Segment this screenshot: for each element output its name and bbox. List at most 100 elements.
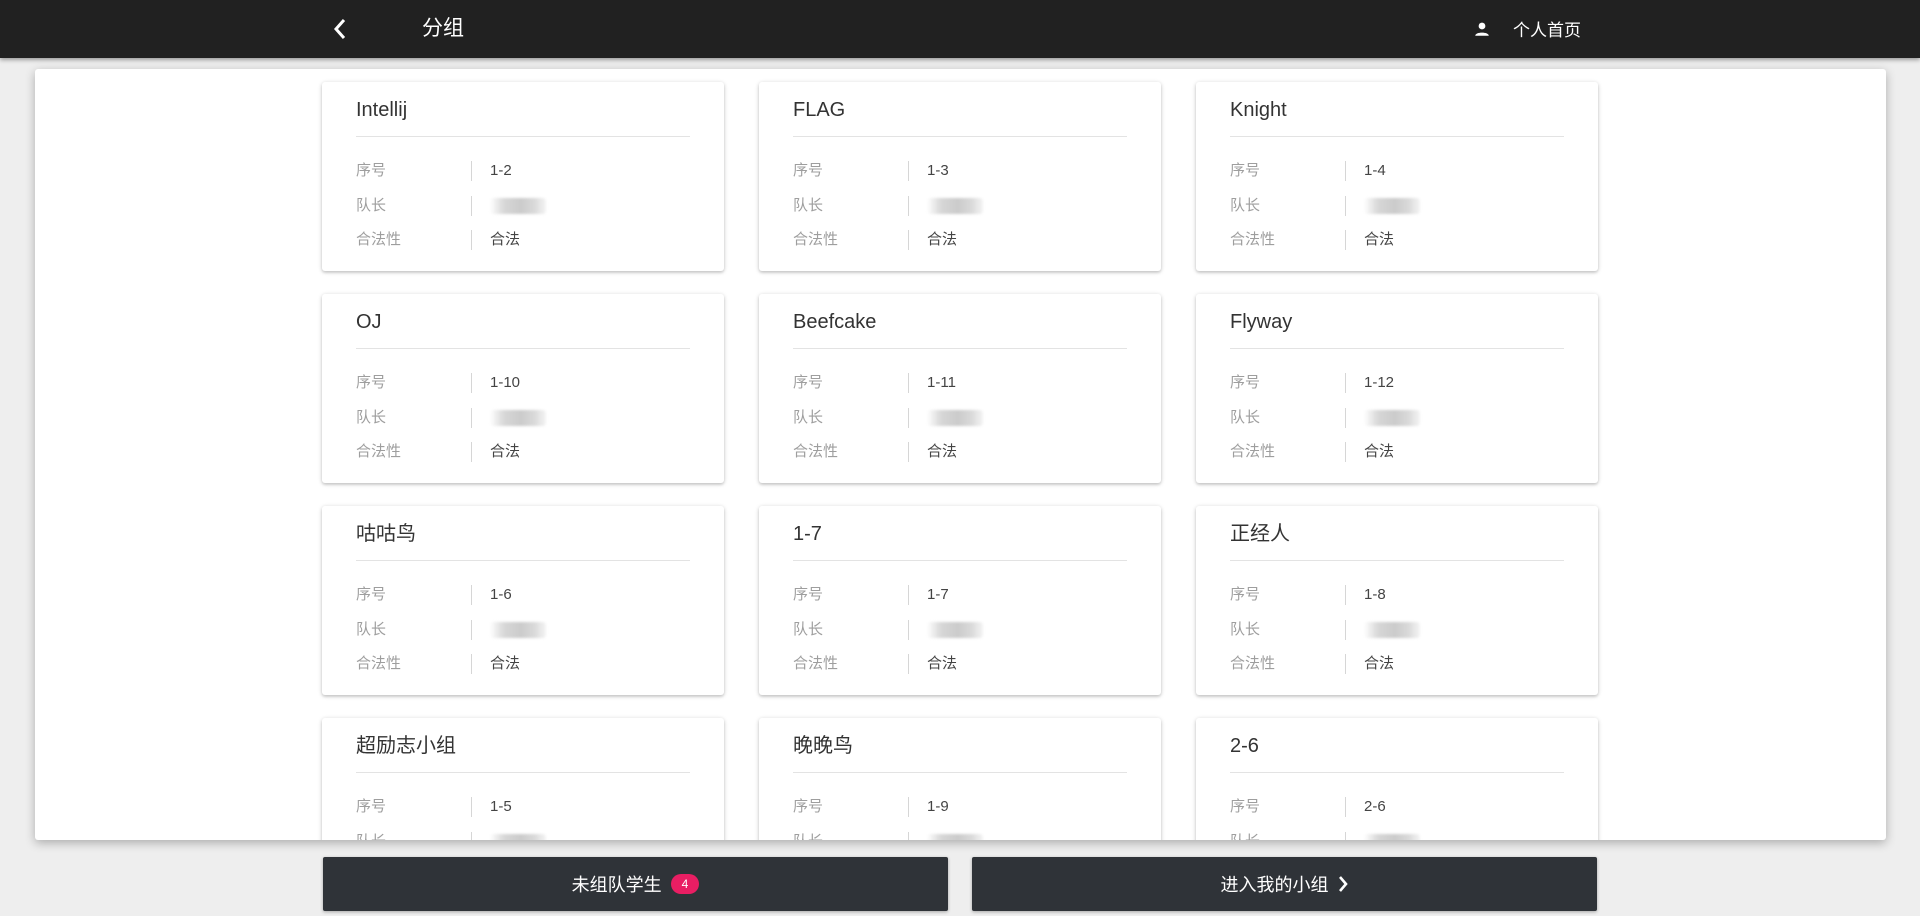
group-validity-row: 合法性 合法 bbox=[1230, 647, 1564, 682]
group-name: 正经人 bbox=[1230, 506, 1564, 561]
group-validity-row: 合法性 合法 bbox=[1230, 223, 1564, 258]
group-validity-row: 合法性 合法 bbox=[356, 223, 690, 258]
captain-label: 队长 bbox=[793, 195, 909, 216]
redacted-name bbox=[927, 621, 983, 638]
group-index-value: 2-6 bbox=[1364, 798, 1386, 816]
group-validity-row: 合法性 合法 bbox=[1230, 435, 1564, 470]
captain-value bbox=[472, 832, 546, 840]
group-grid: Intellij 序号 1-2 队长 合法性 合法 FLAG 序号 1-3 队长 合法性 合法 Knig… bbox=[322, 82, 1598, 840]
validity-value: 合法 bbox=[1364, 231, 1395, 249]
person-icon bbox=[1475, 22, 1489, 36]
group-index-value: 1-9 bbox=[927, 798, 949, 816]
group-name: Beefcake bbox=[793, 294, 1127, 349]
group-validity-row: 合法性 合法 bbox=[793, 223, 1127, 258]
captain-label: 队长 bbox=[356, 195, 472, 216]
captain-label: 队长 bbox=[356, 407, 472, 428]
index-label: 序号 bbox=[356, 161, 472, 182]
group-name: 2-6 bbox=[1230, 718, 1564, 773]
group-captain-row: 队长 bbox=[1230, 401, 1564, 436]
group-index-value: 1-12 bbox=[1364, 374, 1395, 392]
group-index-row: 序号 1-6 bbox=[356, 578, 690, 613]
captain-label: 队长 bbox=[793, 619, 909, 640]
validity-label: 合法性 bbox=[1230, 442, 1346, 463]
group-validity-row: 合法性 合法 bbox=[793, 435, 1127, 470]
group-validity-row: 合法性 合法 bbox=[356, 647, 690, 682]
redacted-name bbox=[1364, 409, 1420, 426]
validity-label: 合法性 bbox=[793, 654, 909, 675]
captain-label: 队长 bbox=[356, 831, 472, 840]
validity-value: 合法 bbox=[927, 443, 958, 461]
index-label: 序号 bbox=[1230, 797, 1346, 818]
group-card[interactable]: 2-6序号2-6队长合法性合法 bbox=[1196, 718, 1598, 840]
group-card[interactable]: Intellij 序号 1-2 队长合法性 合法 bbox=[322, 82, 724, 271]
redacted-name bbox=[927, 409, 983, 426]
validity-value: 合法 bbox=[490, 231, 521, 249]
back-button[interactable] bbox=[322, 13, 358, 45]
group-card[interactable]: Flyway 序号 1-12 队长 合法性 合法 bbox=[1196, 294, 1598, 483]
validity-value: 合法 bbox=[927, 655, 958, 673]
captain-value bbox=[909, 832, 983, 840]
redacted-name bbox=[1364, 833, 1420, 840]
group-captain-row: 队长 bbox=[1230, 189, 1564, 224]
enter-my-group-button[interactable]: 进入我的小组 bbox=[972, 857, 1597, 911]
captain-value bbox=[472, 620, 546, 640]
captain-label: 队长 bbox=[1230, 831, 1346, 840]
group-name: OJ bbox=[356, 294, 690, 349]
my-group-label: 进入我的小组 bbox=[1220, 875, 1329, 895]
ungrouped-students-button[interactable]: 未组队学生 4 bbox=[323, 857, 948, 911]
group-index-row: 序号 2-6 bbox=[1230, 790, 1564, 825]
group-index-value: 1-3 bbox=[927, 162, 949, 180]
validity-value: 合法 bbox=[927, 231, 958, 249]
group-index-row: 序号 1-12 bbox=[1230, 366, 1564, 401]
redacted-name bbox=[490, 409, 546, 426]
validity-label: 合法性 bbox=[356, 654, 472, 675]
group-index-row: 序号 1-5 bbox=[356, 790, 690, 825]
index-label: 序号 bbox=[356, 585, 472, 606]
group-captain-row: 队长 bbox=[356, 613, 690, 648]
captain-label: 队长 bbox=[356, 619, 472, 640]
captain-value bbox=[909, 196, 983, 216]
group-index-row: 序号 1-10 bbox=[356, 366, 690, 401]
group-index-row: 序号 1-9 bbox=[793, 790, 1127, 825]
captain-value bbox=[1346, 832, 1420, 840]
captain-value bbox=[1346, 408, 1420, 428]
group-name: FLAG bbox=[793, 82, 1127, 137]
group-captain-row: 队长 bbox=[1230, 825, 1564, 840]
group-card[interactable]: Knight 序号 1-4 队长 合法性 合法 bbox=[1196, 82, 1598, 271]
group-name: 1-7 bbox=[793, 506, 1127, 561]
validity-value: 合法 bbox=[490, 443, 521, 461]
group-name: Intellij bbox=[356, 82, 690, 137]
group-list-panel[interactable]: Intellij 序号 1-2 队长 合法性 合法 FLAG 序号 1-3 队长 合法性 合法 Knig… bbox=[35, 69, 1886, 840]
group-captain-row: 队长 bbox=[793, 613, 1127, 648]
validity-label: 合法性 bbox=[356, 230, 472, 251]
group-captain-row: 队长 bbox=[356, 401, 690, 436]
group-card[interactable]: 咕咕鸟 序号 1-6 队长 合法性 合法 bbox=[322, 506, 724, 695]
group-index-value: 1-6 bbox=[490, 586, 512, 604]
page-title: 分组 bbox=[422, 17, 464, 40]
captain-value bbox=[909, 620, 983, 640]
group-index-value: 1-5 bbox=[490, 798, 512, 816]
index-label: 序号 bbox=[1230, 161, 1346, 182]
group-captain-row: 队长 bbox=[793, 189, 1127, 224]
group-card[interactable]: FLAG 序号 1-3 队长合法性 合法 bbox=[759, 82, 1161, 271]
group-card[interactable]: 超励志小组序号1-5队长合法性合法 bbox=[322, 718, 724, 840]
redacted-name bbox=[1364, 621, 1420, 638]
group-captain-row: 队长 bbox=[793, 825, 1127, 840]
group-card[interactable]: Beefcake 序号 1-11 队长 合法性 合法 bbox=[759, 294, 1161, 483]
redacted-name bbox=[927, 833, 983, 840]
group-captain-row: 队长 bbox=[793, 401, 1127, 436]
redacted-name bbox=[490, 621, 546, 638]
group-index-value: 1-4 bbox=[1364, 162, 1386, 180]
validity-value: 合法 bbox=[490, 655, 521, 673]
group-card[interactable]: 正经人 序号 1-8 队长 合法性 合法 bbox=[1196, 506, 1598, 695]
group-captain-row: 队长 bbox=[356, 825, 690, 840]
group-name: Knight bbox=[1230, 82, 1564, 137]
group-index-value: 1-2 bbox=[490, 162, 512, 180]
group-card[interactable]: 晚晚鸟序号1-9队长合法性合法 bbox=[759, 718, 1161, 840]
index-label: 序号 bbox=[793, 797, 909, 818]
profile-link[interactable]: 个人首页 bbox=[1473, 16, 1581, 41]
group-index-row: 序号 1-3 bbox=[793, 154, 1127, 189]
group-validity-row: 合法性 合法 bbox=[356, 435, 690, 470]
group-card[interactable]: OJ 序号 1-10 队长合法性 合法 bbox=[322, 294, 724, 483]
group-card[interactable]: 1-7 序号 1-7 队长 合法性 合法 bbox=[759, 506, 1161, 695]
